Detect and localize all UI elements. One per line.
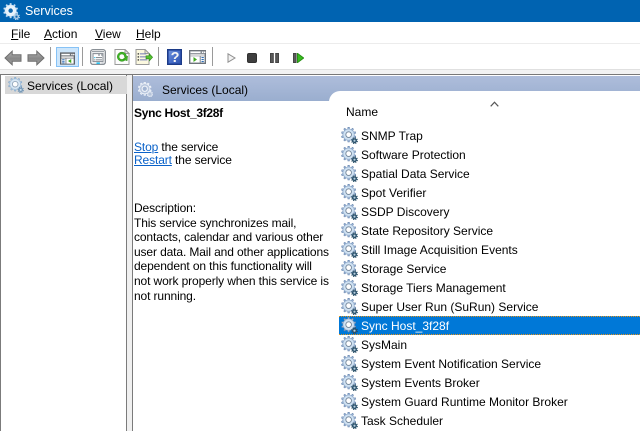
- svg-text:?: ?: [171, 50, 180, 65]
